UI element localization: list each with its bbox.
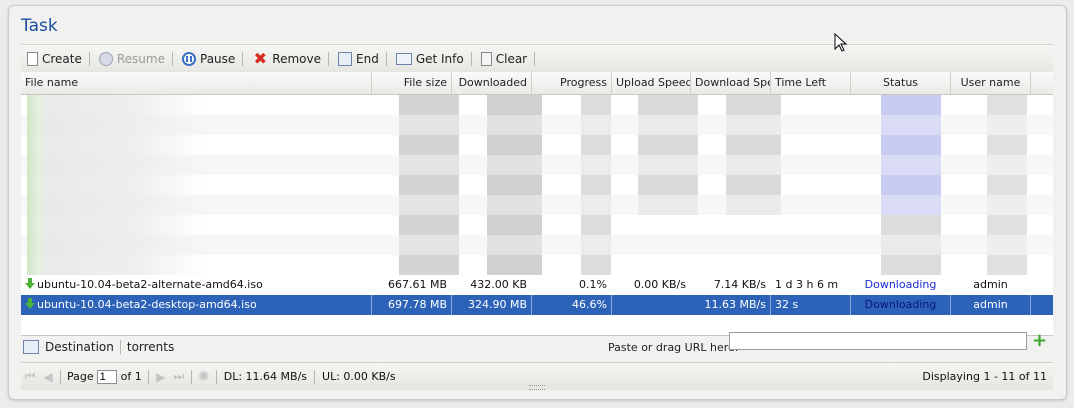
file-size-cell: 667.61 MB: [387, 278, 447, 291]
task-panel: Task Create Resume Pause ✖ Remove End Ge…: [8, 5, 1067, 400]
end-button[interactable]: End: [334, 48, 383, 70]
progress-cell: 46.6%: [532, 295, 612, 315]
file-name-cell: ubuntu-10.04-beta2-desktop-amd64.iso: [21, 295, 372, 315]
toolbar-separator: [190, 369, 192, 384]
user-name-cell: admin: [951, 295, 1031, 315]
table-row[interactable]: ubuntu-10.04-beta2-alternate-amd64.iso 6…: [21, 275, 1053, 295]
folder-edit-icon: [23, 340, 39, 354]
status-cell: Downloading: [851, 295, 951, 315]
resize-grip[interactable]: [529, 385, 545, 390]
url-label: Paste or drag URL here:: [608, 340, 739, 354]
create-button[interactable]: Create: [23, 48, 86, 70]
last-page-icon[interactable]: ⏭: [170, 369, 188, 384]
upload-speed-cell: 0.00 KB/s: [633, 278, 686, 291]
col-header-time-left[interactable]: Time Left: [771, 72, 851, 94]
file-size-cell: 697.78 MB: [372, 295, 452, 315]
pause-icon: [182, 51, 196, 66]
toolbar-separator: [119, 340, 121, 354]
remove-x-icon: ✖: [253, 48, 267, 68]
downloaded-cell: 324.90 MB: [452, 295, 532, 315]
status-cell: Downloading: [864, 278, 937, 291]
toolbar-separator: [60, 369, 61, 384]
toolbar-separator: [314, 369, 316, 384]
resume-icon: [98, 51, 113, 66]
time-left-cell: 32 s: [771, 295, 851, 315]
remove-button[interactable]: ✖ Remove: [248, 48, 325, 70]
file-name: ubuntu-10.04-beta2-desktop-amd64.iso: [37, 298, 257, 311]
displaying-count: Displaying 1 - 11 of 11: [922, 370, 1047, 383]
col-header-file-name[interactable]: File name: [21, 72, 372, 94]
toolbar-separator: [385, 51, 387, 66]
get-info-label: Get Info: [415, 51, 464, 66]
download-speed-cell: 7.14 KB/s: [713, 278, 766, 291]
page-label: Page: [67, 370, 94, 383]
destination-label: Destination: [45, 340, 114, 354]
col-header-progress[interactable]: Progress: [532, 72, 612, 94]
task-grid: File name File size Downloaded Progress …: [21, 72, 1053, 336]
col-header-user-name[interactable]: User name: [951, 72, 1031, 94]
page-number-input[interactable]: [96, 369, 117, 384]
task-toolbar: Create Resume Pause ✖ Remove End Get Inf…: [21, 44, 1053, 73]
resume-button[interactable]: Resume: [95, 48, 169, 70]
resume-label: Resume: [116, 51, 165, 66]
col-header-downloaded[interactable]: Downloaded: [452, 72, 532, 94]
first-page-icon[interactable]: ⏮: [21, 369, 39, 384]
dl-speed-status: DL: 11.64 MB/s: [223, 370, 308, 383]
get-info-button[interactable]: Get Info: [392, 48, 468, 70]
user-name-cell: admin: [973, 278, 1008, 291]
url-input[interactable]: [729, 332, 1027, 350]
toolbar-separator: [147, 369, 149, 384]
info-window-icon: [395, 52, 412, 65]
toolbar-separator: [172, 51, 173, 66]
create-label: Create: [42, 51, 82, 66]
col-header-status[interactable]: Status: [851, 72, 951, 94]
col-header-file-size[interactable]: File size: [372, 72, 452, 94]
toolbar-separator: [328, 51, 329, 66]
download-arrow-icon: [25, 298, 35, 309]
end-icon: [338, 51, 352, 66]
pause-label: Pause: [200, 51, 236, 66]
table-row-selected[interactable]: ubuntu-10.04-beta2-desktop-amd64.iso 697…: [21, 295, 1053, 315]
download-arrow-icon: [25, 278, 35, 289]
time-left-cell: 1 d 3 h 6 m: [775, 278, 839, 291]
toolbar-separator: [215, 369, 217, 384]
prev-page-icon[interactable]: ◀: [39, 370, 57, 384]
page-of-label: of 1: [120, 370, 142, 383]
file-name: ubuntu-10.04-beta2-alternate-amd64.iso: [37, 278, 263, 291]
clear-label: Clear: [495, 51, 528, 66]
ul-speed-status: UL: 0.00 KB/s: [322, 370, 396, 383]
downloaded-cell: 432.00 KB: [470, 278, 527, 291]
pixelated-rows: [21, 95, 1053, 275]
progress-cell: 0.1%: [579, 278, 607, 291]
col-header-upload-speed[interactable]: Upload Speed: [612, 72, 691, 94]
download-speed-cell: 11.63 MB/s: [691, 295, 771, 315]
pause-button[interactable]: Pause: [178, 48, 239, 70]
refresh-icon[interactable]: ✺: [195, 369, 213, 385]
next-page-icon[interactable]: ▶: [152, 370, 170, 384]
panel-title: Task: [21, 16, 58, 36]
clear-button[interactable]: Clear: [477, 48, 531, 70]
toolbar-separator: [534, 51, 536, 66]
mouse-pointer-icon: [834, 32, 848, 53]
add-url-plus-icon[interactable]: +: [1032, 332, 1047, 350]
file-name-cell: ubuntu-10.04-beta2-alternate-amd64.iso: [21, 275, 372, 295]
clear-icon: [480, 51, 492, 66]
col-header-download-speed[interactable]: Download Speed: [691, 72, 771, 94]
toolbar-separator: [88, 51, 90, 66]
toolbar-separator: [242, 51, 244, 66]
destination-value[interactable]: torrents: [127, 340, 174, 354]
new-document-icon: [27, 51, 38, 66]
remove-label: Remove: [272, 51, 321, 66]
end-label: End: [356, 51, 379, 66]
toolbar-separator: [470, 51, 472, 66]
grid-header: File name File size Downloaded Progress …: [21, 72, 1053, 95]
